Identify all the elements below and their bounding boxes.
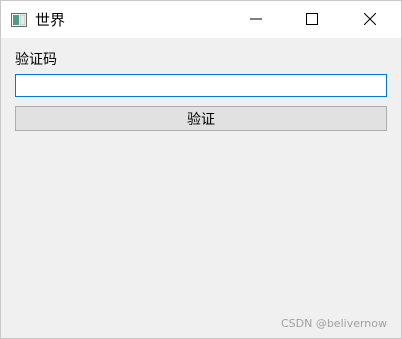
minimize-icon xyxy=(250,10,262,29)
app-window: 世界 验证码 验证 CSDN @belivernow xyxy=(0,0,402,339)
verify-button[interactable]: 验证 xyxy=(15,106,387,131)
window-app-icon xyxy=(11,12,27,27)
title-bar[interactable]: 世界 xyxy=(1,1,401,38)
window-title: 世界 xyxy=(35,11,66,29)
verification-code-label: 验证码 xyxy=(15,52,57,68)
watermark-text: CSDN @belivernow xyxy=(280,317,387,330)
close-icon xyxy=(363,10,377,29)
verification-code-input[interactable] xyxy=(15,74,387,97)
minimize-button[interactable] xyxy=(233,1,279,38)
maximize-button[interactable] xyxy=(289,1,335,38)
close-button[interactable] xyxy=(347,1,393,38)
maximize-icon xyxy=(306,10,318,29)
